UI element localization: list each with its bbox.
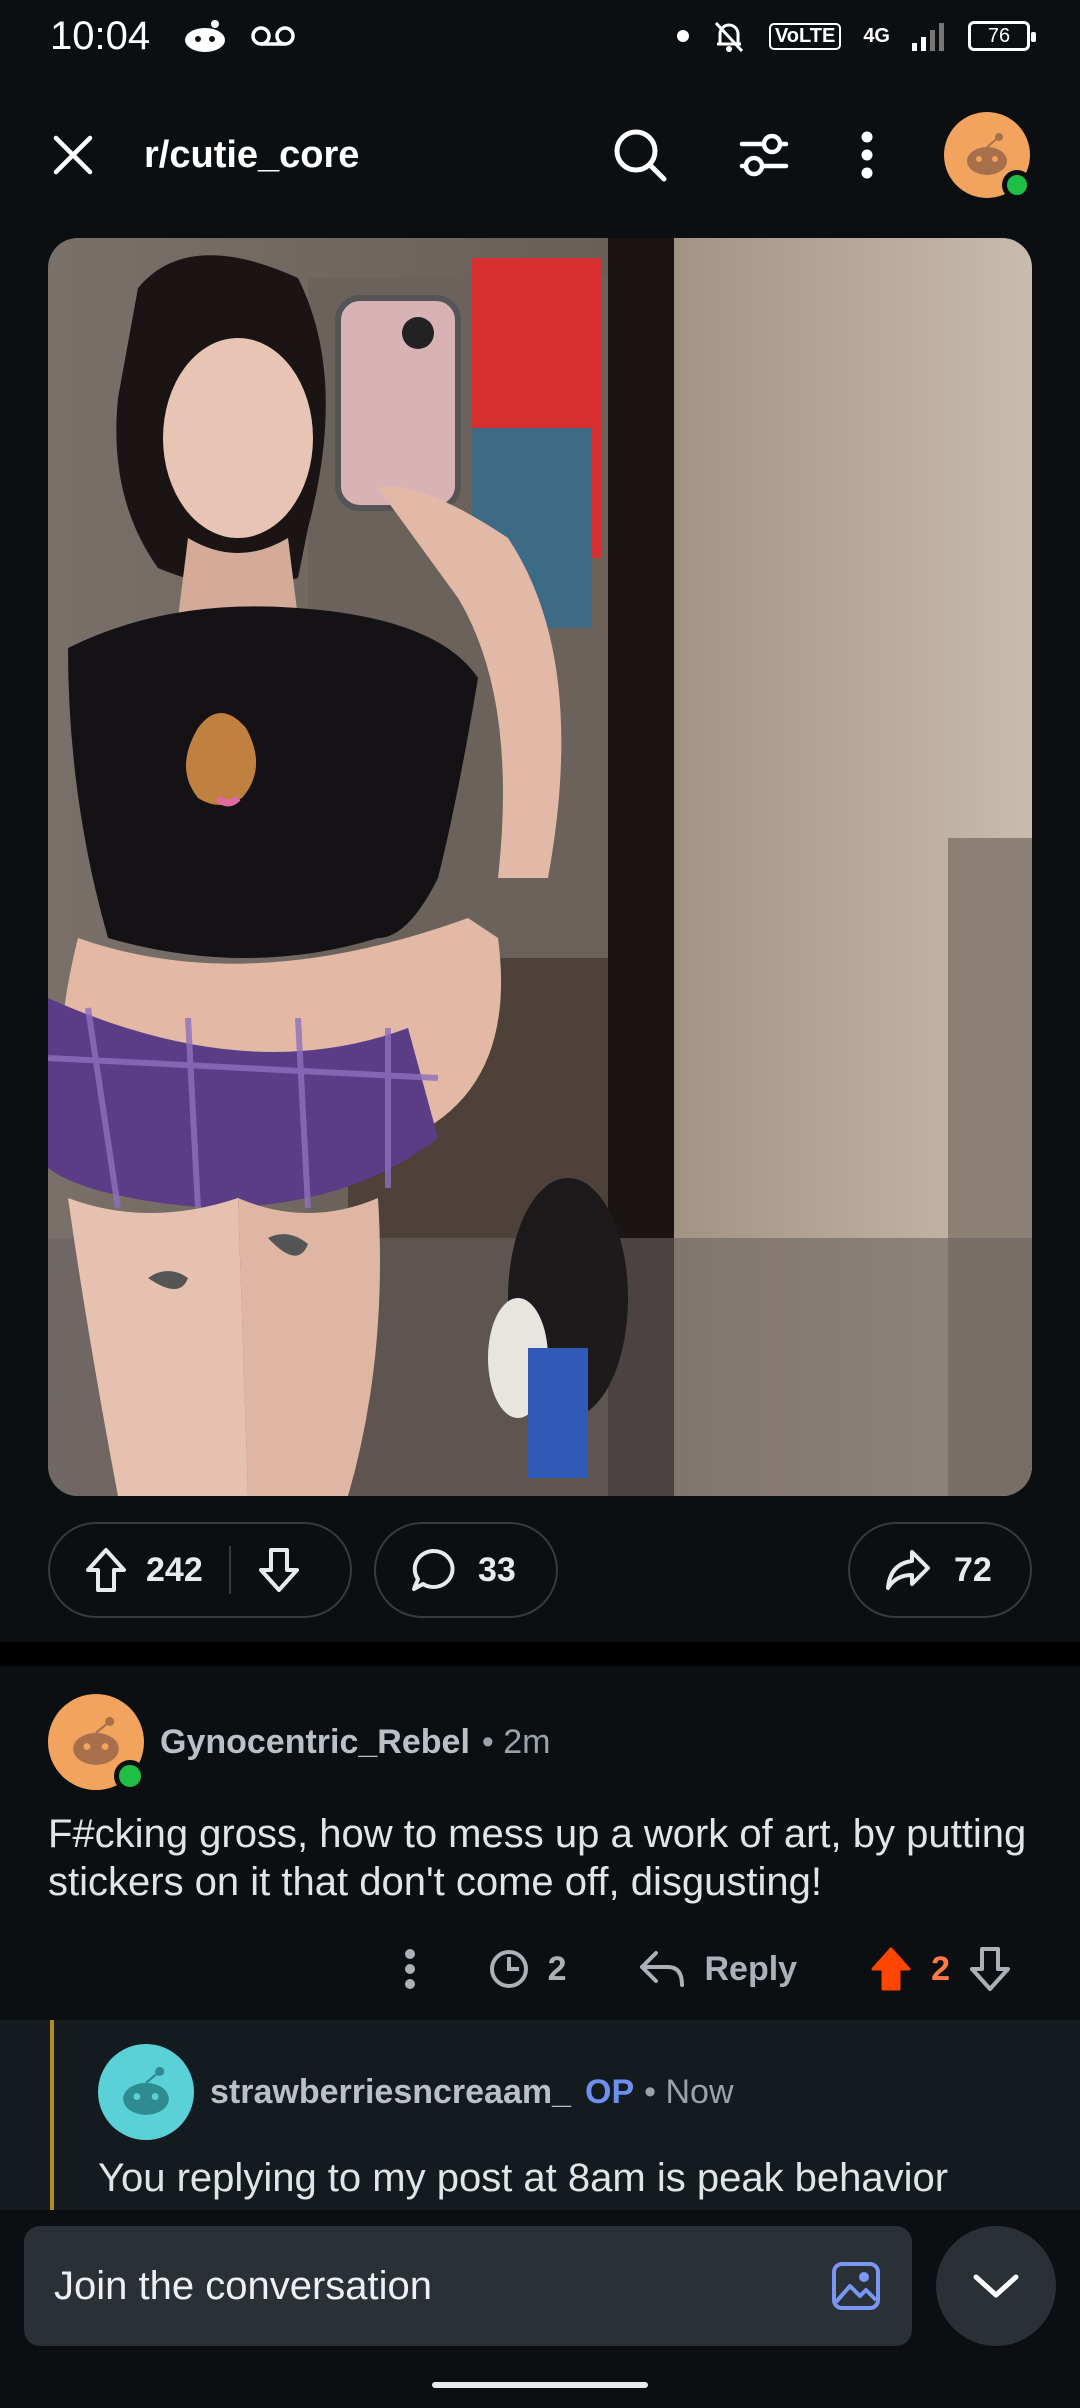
subreddit-title[interactable]: r/cutie_core	[144, 134, 359, 177]
voicemail-icon	[251, 26, 295, 46]
more-options-icon[interactable]	[860, 130, 874, 180]
top-actions	[612, 112, 1032, 200]
award-clock-icon	[489, 1950, 528, 1988]
reply-username[interactable]: strawberriesncreaam_	[210, 2073, 571, 2112]
reply-time: • Now	[644, 2072, 734, 2111]
comment-composer: Join the conversation	[0, 2210, 1080, 2408]
network-type: 4G	[863, 24, 890, 47]
vote-divider	[228, 1546, 231, 1594]
reply-header: strawberriesncreaam_ OP • Now	[98, 2044, 734, 2140]
online-status-dot	[1002, 170, 1032, 200]
comment-vote: 2	[869, 1945, 1012, 1993]
battery-icon: 76	[968, 21, 1036, 51]
image-attach-icon[interactable]	[830, 2260, 882, 2312]
status-right-icons: VoLTE 4G 76	[676, 18, 1036, 54]
bell-muted-icon	[714, 21, 744, 53]
snoo-avatar-icon	[123, 2066, 169, 2115]
reply-thread: strawberriesncreaam_ OP • Now You replyi…	[0, 2020, 1080, 2210]
comment: Gynocentric_Rebel • 2m F#cking gross, ho…	[48, 1694, 1032, 2006]
award-count: 2	[547, 1949, 567, 1988]
comment-bubble-icon	[412, 1548, 455, 1591]
upvote-filled-icon[interactable]	[869, 1945, 913, 1993]
collapse-button[interactable]	[936, 2226, 1056, 2346]
post-action-row: 242 33 72	[48, 1522, 1032, 1618]
comment-header: Gynocentric_Rebel • 2m	[48, 1694, 1032, 1792]
status-time: 10:04	[50, 13, 151, 58]
comment-score: 2	[931, 1949, 950, 1988]
reply-arrow-icon	[640, 1951, 685, 1987]
reply-label: Reply	[704, 1949, 798, 1988]
comment-username[interactable]: Gynocentric_Rebel	[160, 1723, 470, 1762]
post-photo-illustration	[48, 238, 1032, 1496]
search-icon[interactable]	[612, 127, 668, 183]
user-avatar[interactable]	[944, 112, 1032, 200]
upvote-count: 242	[146, 1550, 203, 1589]
commenter-avatar[interactable]	[48, 1694, 146, 1792]
notification-dot-icon	[676, 30, 689, 42]
reply-button[interactable]: Reply	[638, 1949, 797, 1989]
reply-avatar[interactable]	[98, 2044, 194, 2140]
online-status-dot	[114, 1760, 146, 1792]
upvote-icon[interactable]	[84, 1546, 128, 1594]
signal-icon	[912, 23, 944, 51]
vote-pill: 242	[48, 1522, 352, 1618]
downvote-icon[interactable]	[257, 1546, 301, 1594]
downvote-icon[interactable]	[968, 1945, 1012, 1993]
award-button[interactable]: 2	[488, 1948, 567, 1990]
comments-button[interactable]: 33	[374, 1522, 558, 1618]
thread-line[interactable]	[50, 2020, 54, 2210]
sort-filter-icon[interactable]	[738, 130, 790, 180]
volte-badge: VoLTE	[768, 22, 842, 50]
reddit-notification-icon	[185, 20, 226, 52]
share-button[interactable]: 72	[848, 1522, 1032, 1618]
share-count: 72	[954, 1550, 992, 1589]
status-bar: 10:04 VoLTE 4G 76	[0, 0, 1080, 72]
status-left-icons	[182, 18, 296, 54]
composer-placeholder: Join the conversation	[54, 2263, 433, 2308]
chevron-down-icon	[973, 2274, 1019, 2298]
join-conversation-input[interactable]: Join the conversation	[24, 2226, 912, 2346]
close-icon[interactable]	[50, 132, 96, 178]
op-badge: OP	[585, 2072, 635, 2111]
home-indicator[interactable]	[432, 2382, 648, 2388]
reply-body: You replying to my post at 8am is peak b…	[98, 2156, 949, 2200]
top-app-bar: r/cutie_core	[0, 100, 1080, 210]
more-options-icon[interactable]	[404, 1948, 416, 1990]
comment-count: 33	[478, 1550, 516, 1589]
comment-time: • 2m	[481, 1722, 551, 1761]
share-arrow-icon	[886, 1550, 930, 1590]
comment-actions: 2 Reply 2	[48, 1932, 1032, 2006]
comment-body: F#cking gross, how to mess up a work of …	[48, 1812, 1027, 1904]
section-divider	[0, 1642, 1080, 1666]
post-image[interactable]	[48, 238, 1032, 1496]
